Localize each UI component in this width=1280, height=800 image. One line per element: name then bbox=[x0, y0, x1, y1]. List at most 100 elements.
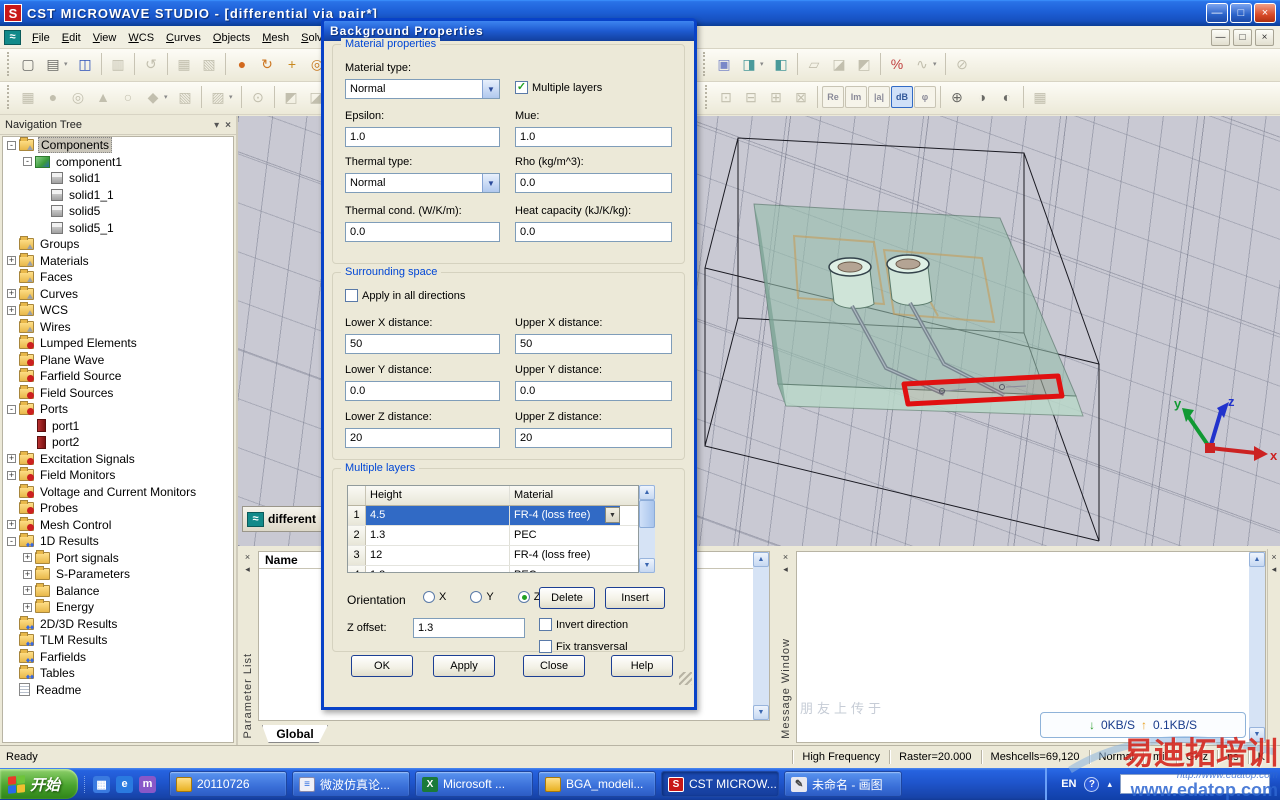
expand-icon[interactable]: + bbox=[7, 289, 16, 299]
extrude-shape-icon[interactable]: ◆ bbox=[141, 85, 165, 109]
tree-item-probes[interactable]: Probes bbox=[3, 500, 233, 517]
delete-button[interactable]: Delete bbox=[539, 587, 595, 609]
tray-toolbar-box[interactable] bbox=[1120, 774, 1270, 794]
orientation-radio-y[interactable]: Y bbox=[470, 591, 494, 603]
mdi-close-button[interactable]: × bbox=[1255, 29, 1274, 46]
apply-all-directions-checkbox[interactable]: Apply in all directions bbox=[345, 289, 465, 302]
menu-wcs[interactable]: WCS bbox=[122, 29, 160, 47]
new-document-icon[interactable]: ▢ bbox=[16, 52, 40, 76]
taskbar-button-bga-modeli[interactable]: BGA_modeli... bbox=[538, 771, 657, 797]
tree-item-mesh-control[interactable]: + Mesh Control bbox=[3, 516, 233, 534]
layers-table[interactable]: Height Material 1 4.5 FR-4 (loss free) ▼ 2 1.3 P… bbox=[347, 485, 639, 573]
plot-magnitude-icon[interactable]: |a| bbox=[868, 86, 890, 108]
polar-chart-icon[interactable]: ◑ bbox=[970, 85, 994, 109]
panel-close-icon[interactable]: × bbox=[225, 120, 231, 131]
expand-icon[interactable]: + bbox=[7, 256, 16, 266]
sphere-shape-icon[interactable]: ● bbox=[41, 85, 65, 109]
expand-icon[interactable]: + bbox=[23, 602, 32, 612]
tree-item-2d-3d-results[interactable]: 2D/3D Results bbox=[3, 615, 233, 633]
tree-item-port-signals[interactable]: + Port signals bbox=[3, 549, 233, 567]
taskbar-button-microsoft[interactable]: X Microsoft ... bbox=[415, 771, 534, 797]
tree-item-balance[interactable]: + Balance bbox=[3, 582, 233, 600]
layer-row-3[interactable]: 3 12 FR-4 (loss free) bbox=[348, 546, 638, 566]
scroll-down-icon[interactable]: ▼ bbox=[1249, 727, 1265, 742]
lower-y-field[interactable]: 0.0 bbox=[345, 381, 500, 401]
fix-transversal-checkbox[interactable]: Fix transversal bbox=[539, 640, 628, 653]
expand-icon[interactable]: + bbox=[7, 520, 16, 530]
tree-item-field-sources[interactable]: Field Sources bbox=[3, 384, 233, 402]
tree-item-tlm-results[interactable]: TLM Results bbox=[3, 632, 233, 649]
taskbar-button-cst-microw[interactable]: S CST MICROW... bbox=[661, 771, 780, 797]
sweep-shape-icon[interactable]: ▧ bbox=[173, 85, 197, 109]
tree-item-materials[interactable]: + Materials bbox=[3, 252, 233, 270]
expand-icon[interactable]: + bbox=[23, 586, 32, 596]
close-button[interactable]: × bbox=[1254, 3, 1276, 23]
epsilon-field[interactable]: 1.0 bbox=[345, 127, 500, 147]
tree-item-farfield-source[interactable]: Farfield Source bbox=[3, 368, 233, 385]
message-window-handle[interactable]: × ◂ Message Window bbox=[776, 549, 795, 745]
quick-launch-desktop-icon[interactable]: ▦ bbox=[93, 775, 111, 793]
scroll-down-icon[interactable]: ▼ bbox=[753, 705, 769, 720]
dropdown-arrow-icon[interactable]: ▾ bbox=[64, 60, 72, 68]
material-dropdown-icon[interactable]: ▼ bbox=[605, 507, 620, 523]
farfield-calc-icon[interactable]: % bbox=[885, 52, 909, 76]
upper-y-field[interactable]: 0.0 bbox=[515, 381, 672, 401]
layer-row-4[interactable]: 41.3PEC bbox=[348, 566, 638, 572]
layer-row-2[interactable]: 2 1.3 PEC bbox=[348, 526, 638, 546]
macro-icon[interactable]: ▦ bbox=[172, 52, 196, 76]
navigation-tree-header[interactable]: Navigation Tree ▾ × bbox=[0, 116, 236, 135]
mdi-minimize-button[interactable]: — bbox=[1211, 29, 1230, 46]
tree-item-groups[interactable]: Groups bbox=[3, 236, 233, 253]
open-file-icon[interactable]: ▤ bbox=[41, 52, 65, 76]
chart-3d-icon[interactable]: ◐ bbox=[995, 85, 1019, 109]
mdi-child-tab[interactable]: ≈ different bbox=[242, 506, 322, 532]
rho-field[interactable]: 0.0 bbox=[515, 173, 672, 193]
tree-item-1d-results[interactable]: - 1D Results bbox=[3, 533, 233, 550]
tree-item-s-parameters[interactable]: + S-Parameters bbox=[3, 566, 233, 583]
collapse-icon[interactable]: - bbox=[7, 140, 16, 150]
tree-item-ports[interactable]: - Ports bbox=[3, 401, 233, 418]
brick-shape-icon[interactable]: ▦ bbox=[16, 85, 40, 109]
mirror-shape-icon[interactable]: ◧ bbox=[769, 52, 793, 76]
tab-global[interactable]: Global bbox=[262, 725, 328, 743]
apply-button[interactable]: Apply bbox=[433, 655, 495, 677]
menu-file[interactable]: File bbox=[26, 29, 56, 47]
minimize-button[interactable]: — bbox=[1206, 3, 1228, 23]
tree-item-curves[interactable]: + Curves bbox=[3, 285, 233, 303]
chevron-down-icon[interactable]: ▼ bbox=[482, 174, 499, 192]
heat-capacity-field[interactable]: 0.0 bbox=[515, 222, 672, 242]
tree-item-solid5-1[interactable]: solid5_1 bbox=[3, 220, 233, 237]
tree-item-tables[interactable]: Tables bbox=[3, 665, 233, 682]
plot-real-icon[interactable]: Re bbox=[822, 86, 844, 108]
new-plot-icon[interactable]: ▱ bbox=[802, 52, 826, 76]
history-icon[interactable]: ▧ bbox=[197, 52, 221, 76]
menu-objects[interactable]: Objects bbox=[207, 29, 256, 47]
tree-item-wires[interactable]: Wires bbox=[3, 318, 233, 336]
help-tray-icon[interactable]: ? bbox=[1084, 776, 1100, 792]
smith-chart-icon[interactable]: ⊕ bbox=[945, 85, 969, 109]
pick-edge-icon[interactable]: ⊟ bbox=[739, 85, 763, 109]
dropdown-arrow-icon[interactable]: ▾ bbox=[164, 93, 172, 101]
tree-item-lumped-elements[interactable]: Lumped Elements bbox=[3, 335, 233, 352]
pick-face-icon[interactable]: ⊞ bbox=[764, 85, 788, 109]
panel-close-icon[interactable]: × bbox=[245, 552, 250, 564]
expand-icon[interactable]: + bbox=[7, 305, 16, 315]
tree-item-farfields[interactable]: Farfields bbox=[3, 648, 233, 666]
resize-grip[interactable] bbox=[679, 672, 692, 685]
tree-item-solid1[interactable]: solid1 bbox=[3, 170, 233, 187]
dropdown-arrow-icon[interactable]: ▾ bbox=[933, 60, 941, 68]
tree-item-excitation-signals[interactable]: + Excitation Signals bbox=[3, 450, 233, 468]
panel-close-icon[interactable]: × bbox=[783, 552, 788, 564]
chevron-down-icon[interactable]: ▼ bbox=[482, 80, 499, 98]
history-list-icon[interactable]: ⊙ bbox=[246, 85, 270, 109]
shaded-view-icon[interactable]: ● bbox=[230, 52, 254, 76]
tree-item-energy[interactable]: + Energy bbox=[3, 599, 233, 616]
clear-picks-icon[interactable]: ⊠ bbox=[789, 85, 813, 109]
quick-launch-ie-icon[interactable]: e bbox=[116, 775, 134, 793]
rotate-view-icon[interactable]: ↻ bbox=[255, 52, 279, 76]
panel-collapse-icon[interactable]: ◂ bbox=[1272, 564, 1277, 576]
panel-close-icon[interactable]: × bbox=[1271, 552, 1276, 564]
menu-view[interactable]: View bbox=[87, 29, 123, 47]
collapse-icon[interactable]: - bbox=[23, 157, 32, 167]
plot-phase-icon[interactable]: φ bbox=[914, 86, 936, 108]
